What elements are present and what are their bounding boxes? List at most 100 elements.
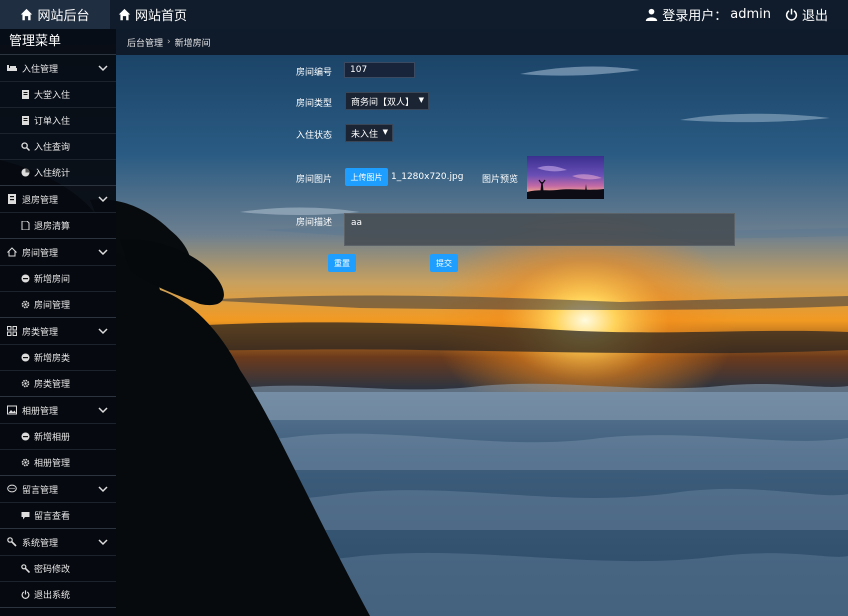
chevron-down-icon	[98, 484, 108, 494]
caret-down-icon: ▼	[382, 128, 388, 136]
user-icon	[645, 8, 658, 21]
sidebar-item-label: 退出系统	[34, 591, 71, 601]
menu-head-label: 系统管理	[22, 538, 59, 549]
chevron-down-icon	[98, 326, 108, 336]
search-icon	[21, 142, 30, 151]
menu-group-system: 系统管理 密码修改 退出系统	[0, 529, 116, 608]
nav-home-link[interactable]: 网站首页	[118, 0, 187, 29]
room-no-label: 房间编号	[296, 68, 333, 78]
bed-icon	[7, 63, 17, 73]
sidebar-menu: 管理菜单 入住管理 大堂入住 订单入住 入住查询 入住统计 退房管理 退房清算 …	[0, 29, 116, 616]
sidebar-item-checkout-settle[interactable]: 退房清算	[0, 212, 116, 238]
submit-button[interactable]: 提交	[430, 254, 458, 272]
home-icon	[118, 8, 131, 21]
current-user[interactable]: 登录用户： admin	[645, 0, 771, 29]
gear-icon	[21, 300, 30, 309]
room-type-label: 房间类型	[296, 99, 333, 109]
sidebar-item-label: 入住查询	[34, 143, 71, 153]
sidebar-item-exit-system[interactable]: 退出系统	[0, 581, 116, 607]
sidebar-item-manage-album[interactable]: 相册管理	[0, 449, 116, 475]
pie-icon	[21, 168, 30, 177]
status-label: 入住状态	[296, 131, 333, 141]
grid-icon	[7, 326, 17, 336]
menu-group-album: 相册管理 新增相册 相册管理	[0, 397, 116, 476]
sidebar-item-label: 新增房间	[34, 275, 71, 285]
preview-label: 图片预览	[482, 175, 519, 185]
menu-head-room-type[interactable]: 房类管理	[0, 318, 116, 344]
room-no-input[interactable]: 107	[344, 62, 415, 78]
sidebar-item-label: 房间管理	[34, 301, 71, 311]
user-label: 登录用户：	[662, 9, 728, 24]
nav-admin-link[interactable]: 网站后台	[0, 0, 110, 29]
sidebar-item-manage-room-type[interactable]: 房类管理	[0, 370, 116, 396]
menu-head-system[interactable]: 系统管理	[0, 529, 116, 555]
upload-image-button[interactable]: 上传图片	[345, 168, 388, 186]
room-type-select[interactable]: 商务间【双人】 ▼	[345, 92, 429, 110]
menu-head-label: 相册管理	[22, 406, 59, 417]
sidebar-item-label: 房类管理	[34, 380, 71, 390]
sidebar-item-add-room-type[interactable]: 新增房类	[0, 344, 116, 370]
minus-circle-icon	[21, 353, 30, 362]
minus-circle-icon	[21, 432, 30, 441]
sidebar-item-label: 密码修改	[34, 565, 71, 575]
tools-icon	[7, 537, 17, 547]
breadcrumb-separator: ›	[167, 37, 171, 47]
logout-label: 退出	[801, 9, 828, 24]
sidebar-item-add-album[interactable]: 新增相册	[0, 423, 116, 449]
menu-head-album[interactable]: 相册管理	[0, 397, 116, 423]
nav-admin-label: 网站后台	[37, 9, 90, 24]
desc-textarea[interactable]: aa	[344, 213, 735, 246]
chat-icon	[7, 484, 17, 494]
reset-button[interactable]: 重置	[328, 254, 356, 272]
sidebar-item-label: 大堂入住	[34, 91, 71, 101]
menu-group-checkin: 入住管理 大堂入住 订单入住 入住查询 入住统计	[0, 55, 116, 186]
menu-head-checkout[interactable]: 退房管理	[0, 186, 116, 212]
room-image-preview	[527, 156, 604, 199]
sidebar-item-checkin-stats[interactable]: 入住统计	[0, 159, 116, 185]
status-value: 未入住	[351, 129, 379, 140]
sidebar-item-checkin-query[interactable]: 入住查询	[0, 133, 116, 159]
caret-down-icon: ▼	[418, 96, 424, 104]
sidebar-item-add-room[interactable]: 新增房间	[0, 265, 116, 291]
breadcrumb: 后台管理 › 新增房间	[116, 29, 848, 55]
sidebar-item-label: 退房清算	[34, 222, 71, 232]
menu-head-room[interactable]: 房间管理	[0, 239, 116, 265]
file-name: 1_1280x720.jpg	[391, 172, 464, 182]
sidebar-item-order-checkin[interactable]: 订单入住	[0, 107, 116, 133]
sidebar-item-label: 留言查看	[34, 512, 71, 522]
menu-head-checkin[interactable]: 入住管理	[0, 55, 116, 81]
gear-icon	[21, 458, 30, 467]
picture-icon	[7, 405, 17, 415]
chevron-down-icon	[98, 537, 108, 547]
home-icon	[7, 247, 17, 257]
doc-icon	[21, 116, 30, 125]
status-select[interactable]: 未入住 ▼	[345, 124, 393, 142]
chevron-down-icon	[98, 405, 108, 415]
username: admin	[730, 7, 771, 22]
menu-head-message[interactable]: 留言管理	[0, 476, 116, 502]
sidebar-item-view-message[interactable]: 留言查看	[0, 502, 116, 528]
menu-group-room-type: 房类管理 新增房类 房类管理	[0, 318, 116, 397]
wrench-icon	[21, 564, 30, 573]
comment-icon	[21, 511, 30, 520]
sidebar-item-manage-room[interactable]: 房间管理	[0, 291, 116, 317]
menu-head-label: 留言管理	[22, 485, 59, 496]
receipt-icon	[7, 194, 17, 204]
menu-head-label: 入住管理	[22, 64, 59, 75]
gear-icon	[21, 379, 30, 388]
home-icon	[20, 8, 33, 21]
sidebar-item-change-password[interactable]: 密码修改	[0, 555, 116, 581]
breadcrumb-root[interactable]: 后台管理	[127, 36, 163, 49]
sidebar-item-lobby-checkin[interactable]: 大堂入住	[0, 81, 116, 107]
chevron-down-icon	[98, 194, 108, 204]
chevron-down-icon	[98, 63, 108, 73]
sidebar-item-label: 新增相册	[34, 433, 71, 443]
power-icon	[785, 8, 798, 21]
menu-group-checkout: 退房管理 退房清算	[0, 186, 116, 239]
logout-link[interactable]: 退出	[785, 0, 828, 29]
sidebar-item-label: 订单入住	[34, 117, 71, 127]
menu-head-label: 退房管理	[22, 195, 59, 206]
add-room-form: 房间编号 107 房间类型 商务间【双人】 ▼ 入住状态 未入住 ▼ 房间图片 …	[116, 55, 848, 616]
image-label: 房间图片	[296, 175, 333, 185]
desc-label: 房间描述	[296, 218, 333, 228]
